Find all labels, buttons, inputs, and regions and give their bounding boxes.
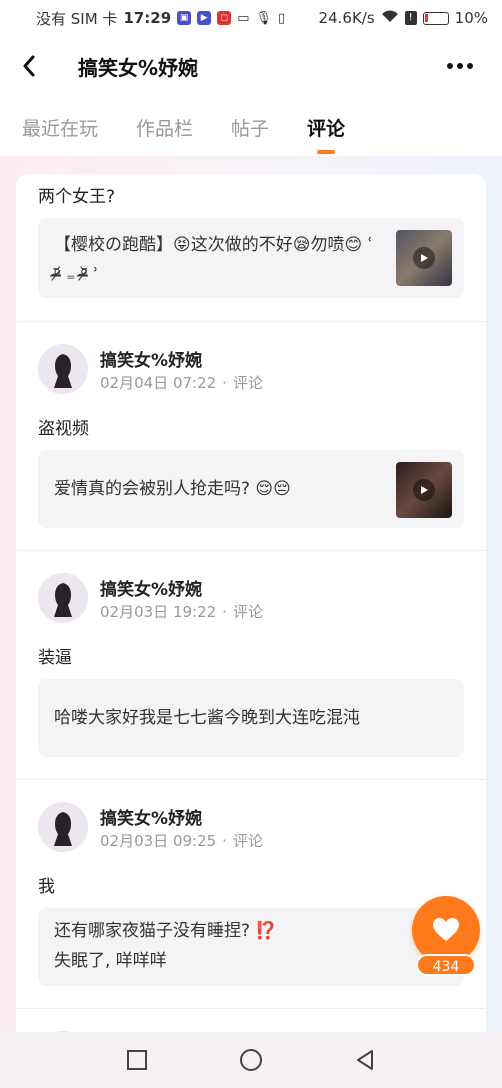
quoted-work-line: 还有哪家夜猫子没有睡捏? ⁉️ xyxy=(54,921,277,941)
tab-posts[interactable]: 帖子 xyxy=(231,98,269,156)
avatar[interactable] xyxy=(38,573,88,623)
quoted-work[interactable]: 爱情真的会被别人抢走吗? 😌😔 xyxy=(38,450,464,528)
quoted-work[interactable]: 还有哪家夜猫子没有睡捏? ⁉️ 失眠了, 咩咩咩 xyxy=(38,908,464,986)
list-item: 搞笑女%妤婉 02月03日 19:22 · 评论 装逼 哈喽大家好我是七七酱今晚到大… xyxy=(16,551,486,780)
quoted-work-title: 爱情真的会被别人抢走吗? 😌😔 xyxy=(54,479,291,499)
list-item: 两个女王? 【樱校の跑酷】😝这次做的不好😪勿喷😊 ʿ ᵒ̴̶̷᷄ ₌ ᵒ̴̶̷᷅… xyxy=(16,174,486,322)
tab-works[interactable]: 作品栏 xyxy=(136,98,193,156)
play-icon xyxy=(413,479,435,501)
tab-comments[interactable]: 评论 xyxy=(307,98,345,156)
system-back-button[interactable] xyxy=(351,1046,379,1074)
username[interactable]: 搞笑女%妤婉 xyxy=(100,346,202,371)
post-meta: 02月04日 07:22 · 评论 xyxy=(100,372,263,393)
carrier-label: 没有 SIM 卡 xyxy=(36,9,118,28)
alert-icon: ! xyxy=(404,11,417,25)
wifi-icon xyxy=(381,9,399,27)
comment-text: 两个女王? xyxy=(38,187,116,207)
post-type: 评论 xyxy=(232,832,263,850)
post-type: 评论 xyxy=(232,374,263,392)
back-arrow-icon xyxy=(23,55,35,77)
post-type: 评论 xyxy=(232,603,263,621)
heart-icon xyxy=(433,918,459,941)
cast-icon: ▭ xyxy=(237,10,250,26)
square-icon xyxy=(127,1050,147,1070)
home-button[interactable] xyxy=(237,1046,265,1074)
comment-text: 我 xyxy=(38,877,55,897)
tab-label: 最近在玩 xyxy=(22,117,99,140)
quoted-work[interactable]: 哈喽大家好我是七七酱今晚到大连吃混沌 xyxy=(38,679,464,757)
back-button[interactable] xyxy=(22,46,62,86)
app-notification-icon: ▣ xyxy=(177,11,192,25)
comment-text: 盗视频 xyxy=(38,419,89,439)
header: 搞笑女%妤婉 xyxy=(0,36,502,96)
quoted-work-title: 【樱校の跑酷】😝这次做的不好😪勿喷😊 ʿ ᵒ̴̶̷᷄ ₌ ᵒ̴̶̷᷅ ʾ xyxy=(54,235,373,285)
avatar[interactable] xyxy=(38,802,88,852)
quoted-work[interactable]: 【樱校の跑酷】😝这次做的不好😪勿喷😊 ʿ ᵒ̴̶̷᷄ ₌ ᵒ̴̶̷᷅ ʾ xyxy=(38,218,464,298)
separator-dot: · xyxy=(222,603,227,621)
post-meta: 02月03日 19:22 · 评论 xyxy=(100,601,263,622)
list-item: 搞笑女%妤婉 02月03日 09:25 · 评论 我 还有哪家夜猫子没有睡捏? ⁉️… xyxy=(16,780,486,1009)
play-icon xyxy=(413,247,435,269)
network-speed: 24.6K/s xyxy=(318,9,375,27)
quoted-work-title: 哈喽大家好我是七七酱今晚到大连吃混沌 xyxy=(54,708,360,728)
tab-bar: 最近在玩 作品栏 帖子 评论 xyxy=(0,98,502,156)
quoted-work-line: 失眠了, 咩咩咩 xyxy=(54,951,167,971)
mic-icon: 🎙 xyxy=(255,10,272,26)
page-title: 搞笑女%妤婉 xyxy=(78,55,199,80)
system-nav-bar xyxy=(0,1032,502,1088)
video-thumbnail[interactable] xyxy=(396,462,452,518)
tab-active-indicator xyxy=(317,150,336,154)
tab-label: 评论 xyxy=(307,117,346,140)
username[interactable]: 搞笑女%妤婉 xyxy=(100,575,202,600)
username[interactable]: 搞笑女%妤婉 xyxy=(100,804,202,829)
separator-dot: · xyxy=(222,832,227,850)
post-date: 02月03日 09:25 xyxy=(100,832,217,850)
circle-icon xyxy=(240,1049,262,1071)
message-notification-icon: ◻ xyxy=(217,11,232,25)
vibrate-icon: ▯ xyxy=(278,10,286,26)
battery-icon xyxy=(422,11,449,25)
like-count: 434 xyxy=(416,954,476,976)
triangle-back-icon xyxy=(357,1050,373,1070)
battery-percent: 10% xyxy=(454,9,488,27)
tab-label: 帖子 xyxy=(231,117,270,140)
avatar[interactable] xyxy=(38,344,88,394)
comment-text: 装逼 xyxy=(38,648,72,668)
post-meta: 02月03日 09:25 · 评论 xyxy=(100,830,263,851)
clock: 17:29 xyxy=(123,9,172,27)
post-date: 02月03日 19:22 xyxy=(100,603,217,621)
video-thumbnail[interactable] xyxy=(396,230,452,286)
post-date: 02月04日 07:22 xyxy=(100,374,217,392)
tab-recent-played[interactable]: 最近在玩 xyxy=(22,98,98,156)
more-button[interactable] xyxy=(440,46,480,86)
more-dots-icon xyxy=(447,63,473,69)
video-notification-icon: ▶ xyxy=(197,11,212,25)
list-item: 搞笑女%妤婉 02月04日 07:22 · 评论 盗视频 爱情真的会被别人抢走吗? … xyxy=(16,322,486,551)
recents-button[interactable] xyxy=(123,1046,151,1074)
separator-dot: · xyxy=(222,374,227,392)
tab-label: 作品栏 xyxy=(136,117,194,140)
status-bar: 没有 SIM 卡 17:29 ▣ ▶ ◻ ▭ 🎙 ▯ 24.6K/s ! 10% xyxy=(0,0,502,36)
